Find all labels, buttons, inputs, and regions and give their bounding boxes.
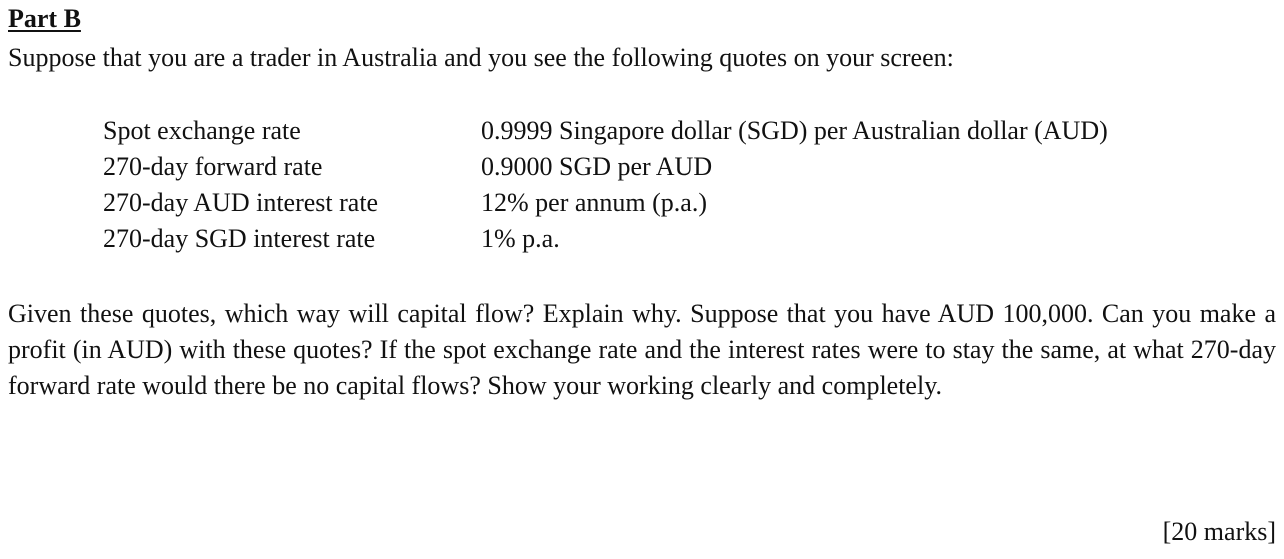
quote-value: 0.9000 SGD per AUD [481,152,713,181]
quotes-table: Spot exchange rate 0.9999 Singapore doll… [103,113,1108,257]
quote-row: 270-day AUD interest rate 12% per annum … [103,185,1108,221]
quote-row: Spot exchange rate 0.9999 Singapore doll… [103,113,1108,149]
quote-label: 270-day AUD interest rate [103,188,379,217]
marks-label: [20 marks] [1162,517,1276,546]
question-text: Given these quotes, which way will capit… [8,299,1276,400]
quote-value: 0.9999 Singapore dollar (SGD) per Austra… [481,116,1108,145]
quote-row: 270-day SGD interest rate 1% p.a. [103,221,1108,257]
quote-value: 12% per annum (p.a.) [481,188,707,217]
part-title: Part B [8,4,81,33]
quote-label: 270-day forward rate [103,152,323,181]
intro-text: Suppose that you are a trader in Austral… [8,43,954,72]
quote-value: 1% p.a. [481,224,560,253]
quote-row: 270-day forward rate 0.9000 SGD per AUD [103,149,1108,185]
document-page: Part B Suppose that you are a trader in … [0,0,1284,559]
quote-label: Spot exchange rate [103,116,301,145]
quote-label: 270-day SGD interest rate [103,224,376,253]
